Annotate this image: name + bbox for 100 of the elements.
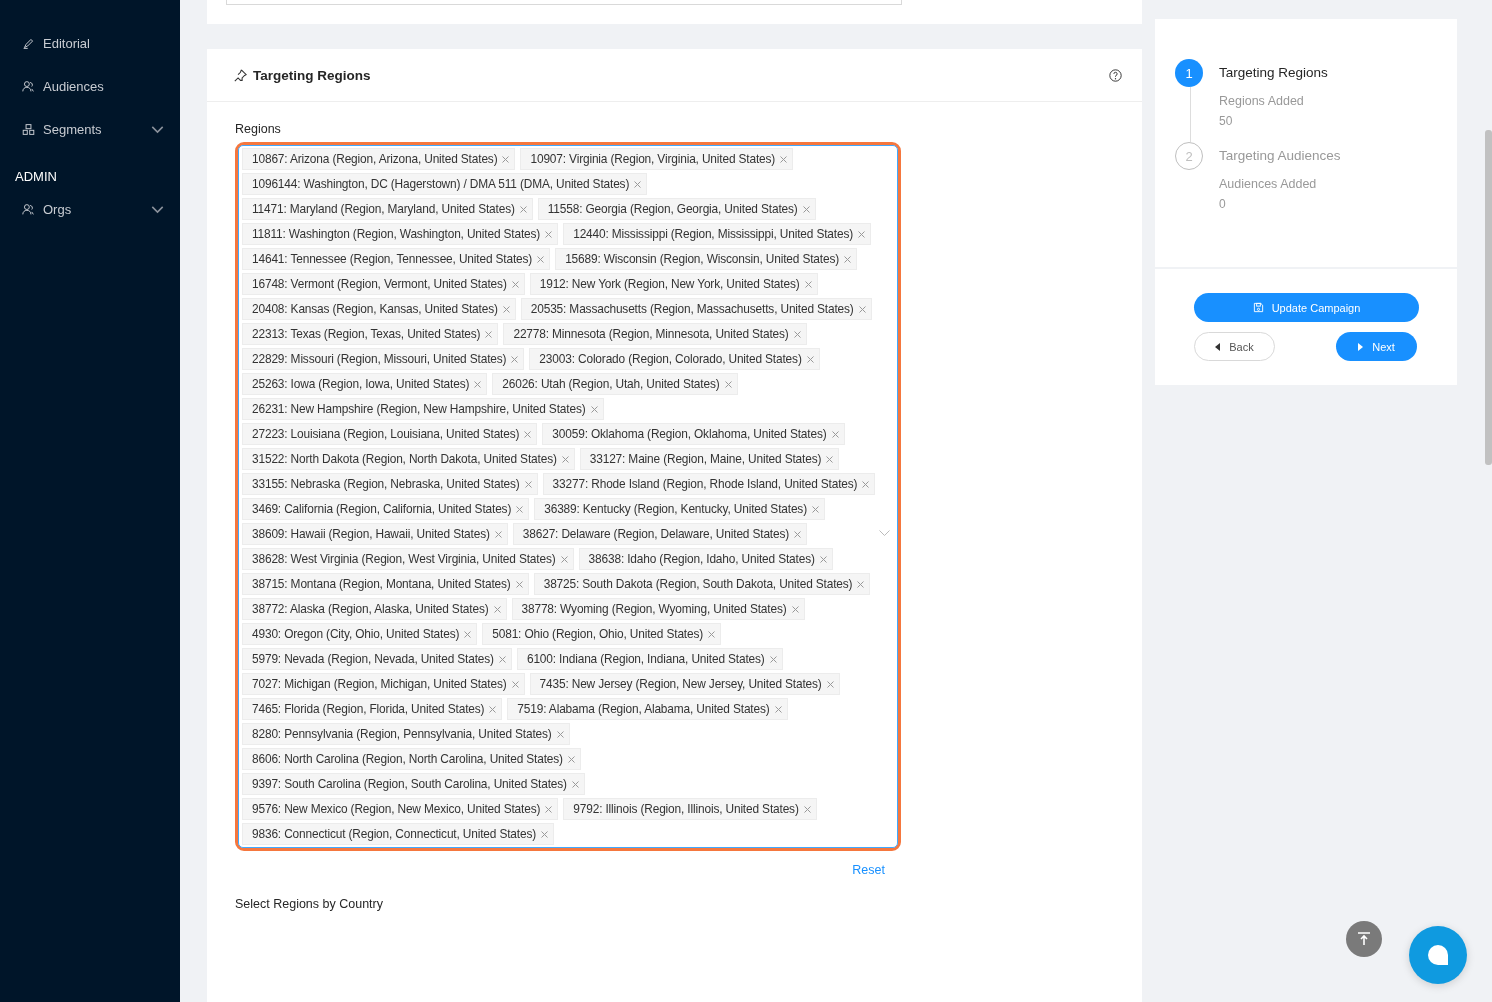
close-icon[interactable] — [708, 630, 716, 638]
tag-label: 22778: Minnesota (Region, Minnesota, United States) — [513, 327, 789, 341]
sidebar-item[interactable]: Audiences — [0, 65, 180, 108]
close-icon[interactable] — [862, 480, 870, 488]
tag-label: 5081: Ohio (Region, Ohio, United States) — [492, 627, 704, 641]
close-icon[interactable] — [502, 155, 510, 163]
back-button[interactable]: Back — [1194, 332, 1275, 361]
close-icon[interactable] — [537, 255, 545, 263]
tag-label: 9576: New Mexico (Region, New Mexico, United States) — [252, 802, 541, 816]
close-icon[interactable] — [803, 805, 811, 813]
close-icon[interactable] — [774, 705, 782, 713]
close-icon[interactable] — [571, 780, 579, 788]
tag-label: 4930: Oregon (City, Ohio, United States) — [252, 627, 460, 641]
close-icon[interactable] — [524, 430, 532, 438]
step-value: 0 — [1219, 197, 1227, 213]
sidebar-item[interactable]: Segments — [0, 108, 180, 151]
step-number: 1 — [1175, 59, 1203, 87]
close-icon[interactable] — [519, 205, 527, 213]
close-icon[interactable] — [812, 505, 819, 513]
tag-label: 9397: South Carolina (Region, South Carolina, United States) — [252, 777, 567, 791]
tag-label: 11471: Maryland (Region, Maryland, United States) — [252, 202, 515, 216]
step-subtitle: Audiences Added — [1219, 177, 1318, 191]
close-icon[interactable] — [502, 305, 510, 313]
close-icon[interactable] — [793, 330, 801, 338]
tag-label: 33127: Maine (Region, Maine, United States) — [589, 452, 822, 466]
close-icon[interactable] — [819, 555, 827, 563]
tag-label: 3469: California (Region, California, United States) — [252, 502, 512, 516]
close-icon[interactable] — [511, 355, 519, 363]
close-icon[interactable] — [844, 255, 851, 263]
close-icon[interactable] — [804, 280, 812, 288]
regions-select[interactable] — [235, 142, 901, 851]
tag-label: 6100: Indiana (Region, Indiana, United States) — [526, 652, 765, 666]
tag-label: 27223: Louisiana (Region, Louisiana, United States) — [252, 427, 520, 441]
help-icon[interactable] — [1109, 68, 1122, 82]
close-icon[interactable] — [541, 830, 549, 838]
chevron-down-icon[interactable] — [879, 530, 890, 537]
sidebar-item[interactable]: Orgs — [0, 188, 180, 231]
tag-label: 15689: Wisconsin (Region, Wisconsin, United States) — [565, 252, 839, 266]
close-icon[interactable] — [724, 380, 732, 388]
close-icon[interactable] — [493, 605, 501, 613]
section-label: Select Regions by Country — [235, 897, 384, 911]
back-to-top-button[interactable] — [1346, 921, 1382, 957]
close-icon[interactable] — [806, 355, 814, 363]
close-icon[interactable] — [826, 455, 834, 463]
tag-label: 8606: North Carolina (Region, North Carolina, United States) — [252, 752, 563, 766]
scrollbar-thumb[interactable] — [1485, 130, 1492, 465]
tag-label: 7519: Alabama (Region, Alabama, United States) — [517, 702, 770, 716]
users-icon — [22, 203, 35, 216]
tag-label: 30059: Oklahoma (Region, Oklahoma, United States) — [552, 427, 827, 441]
close-icon[interactable] — [474, 380, 482, 388]
close-icon[interactable] — [511, 280, 519, 288]
caret-left-icon — [1215, 342, 1222, 351]
tag-label: 10907: Virginia (Region, Virginia, United States) — [530, 152, 776, 166]
close-icon[interactable] — [780, 155, 788, 163]
close-icon[interactable] — [567, 755, 575, 763]
tag-label: 22829: Missouri (Region, Missouri, United States) — [252, 352, 507, 366]
tag-label: 33277: Rhode Island (Region, Rhode Island, United States) — [552, 477, 858, 491]
close-icon[interactable] — [791, 605, 799, 613]
close-icon[interactable] — [802, 205, 810, 213]
tag-label: 38778: Wyoming (Region, Wyoming, United States) — [521, 602, 787, 616]
close-icon[interactable] — [590, 405, 598, 413]
close-icon[interactable] — [561, 455, 569, 463]
section-title: ADMIN — [14, 168, 58, 186]
close-icon[interactable] — [511, 680, 519, 688]
tag-label: 38725: South Dakota (Region, South Dakota, United States) — [543, 577, 853, 591]
brush-icon — [22, 37, 35, 50]
tag-label: 7465: Florida (Region, Florida, United States) — [252, 702, 485, 716]
close-icon[interactable] — [556, 730, 564, 738]
close-icon[interactable] — [857, 580, 865, 588]
close-icon[interactable] — [498, 655, 506, 663]
close-icon[interactable] — [516, 505, 524, 513]
close-icon[interactable] — [489, 705, 497, 713]
close-icon[interactable] — [524, 480, 532, 488]
close-icon[interactable] — [545, 805, 553, 813]
tag-label: 38627: Delaware (Region, Delaware, United States) — [522, 527, 790, 541]
close-icon[interactable] — [826, 680, 834, 688]
tag-label: 38715: Montana (Region, Montana, United States) — [252, 577, 511, 591]
close-icon[interactable] — [494, 530, 502, 538]
close-icon[interactable] — [560, 555, 568, 563]
close-icon[interactable] — [545, 230, 553, 238]
card-title: Targeting Regions — [253, 67, 372, 83]
pin-icon — [234, 68, 247, 82]
step-subtitle: Regions Added — [1219, 94, 1305, 108]
sidebar-item[interactable]: Editorial — [0, 22, 180, 65]
tag-label: 8280: Pennsylvania (Region, Pennsylvania, United States) — [252, 727, 552, 741]
close-icon[interactable] — [858, 305, 866, 313]
chat-button[interactable] — [1409, 926, 1467, 984]
close-icon[interactable] — [485, 330, 493, 338]
close-icon[interactable] — [858, 230, 866, 238]
close-icon[interactable] — [634, 180, 642, 188]
close-icon[interactable] — [769, 655, 777, 663]
tag-label: 36389: Kentucky (Region, Kentucky, United States) — [544, 502, 807, 516]
close-icon[interactable] — [794, 530, 802, 538]
close-icon[interactable] — [464, 630, 472, 638]
step-title: Targeting Regions — [1219, 64, 1329, 82]
tag-label: 7027: Michigan (Region, Michigan, United States) — [252, 677, 507, 691]
close-icon[interactable] — [831, 430, 839, 438]
step-title: Targeting Audiences — [1219, 147, 1342, 165]
tag-label: 14641: Tennessee (Region, Tennessee, United States) — [252, 252, 533, 266]
close-icon[interactable] — [515, 580, 523, 588]
